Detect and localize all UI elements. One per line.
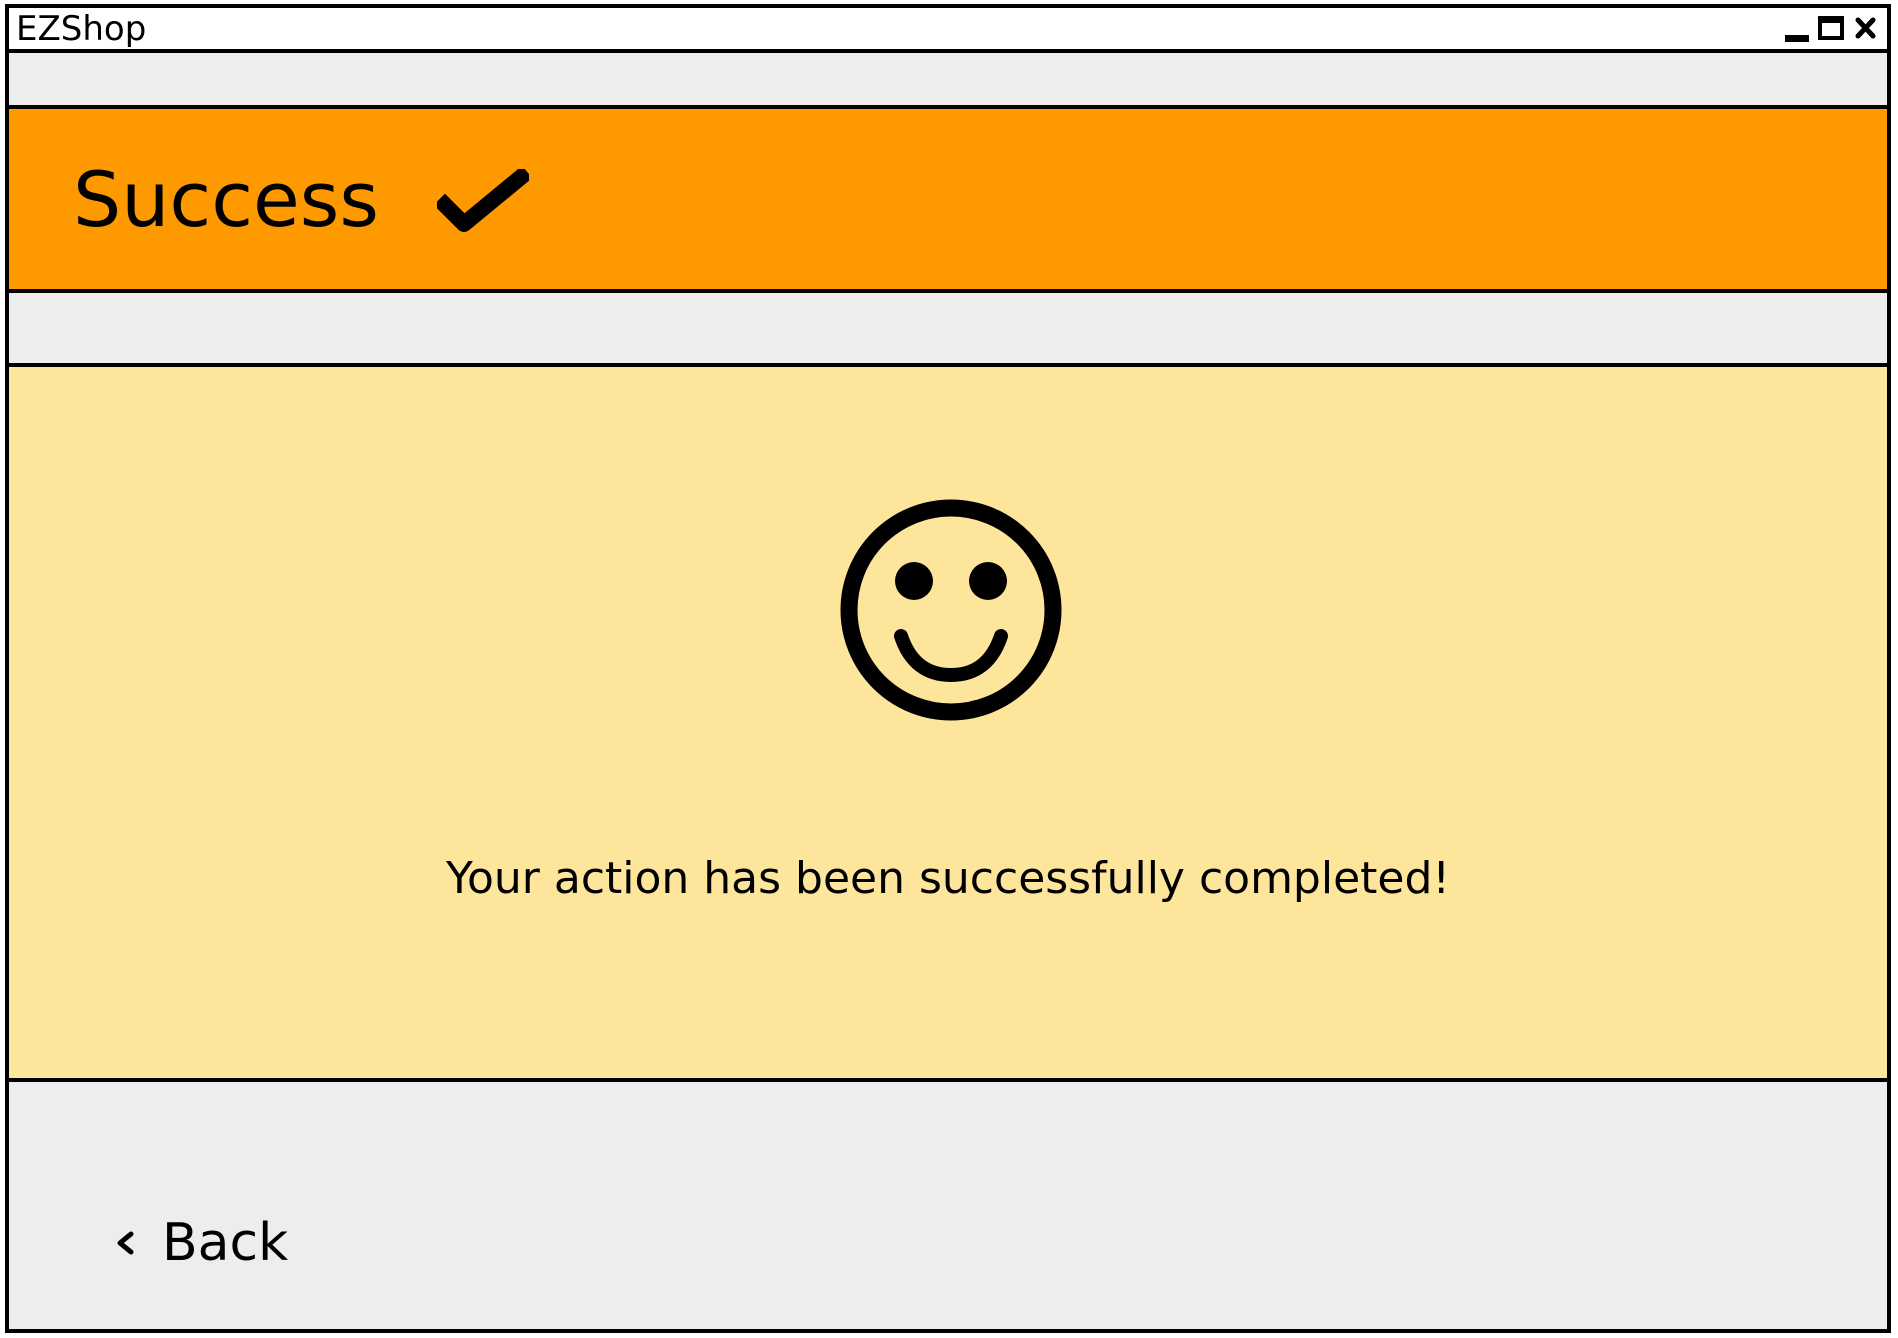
chevron-left-icon (117, 1231, 134, 1255)
success-message: Your action has been successfully comple… (445, 853, 1451, 904)
back-label: Back (162, 1213, 289, 1273)
app-title: EZShop (16, 9, 147, 49)
page-title: Success (73, 155, 379, 244)
title-bar: EZShop (9, 8, 1887, 53)
minimize-icon[interactable] (1783, 15, 1811, 43)
maximize-icon[interactable] (1817, 15, 1845, 43)
window-controls (1783, 15, 1879, 43)
success-header: Success (9, 105, 1887, 293)
app-window: EZShop Success Your action has been succ… (5, 4, 1891, 1333)
smiley-icon (840, 499, 1062, 721)
back-button[interactable]: Back (114, 1213, 288, 1273)
message-panel: Your action has been successfully comple… (9, 363, 1887, 1082)
close-icon[interactable] (1851, 15, 1879, 43)
check-icon (437, 169, 529, 232)
